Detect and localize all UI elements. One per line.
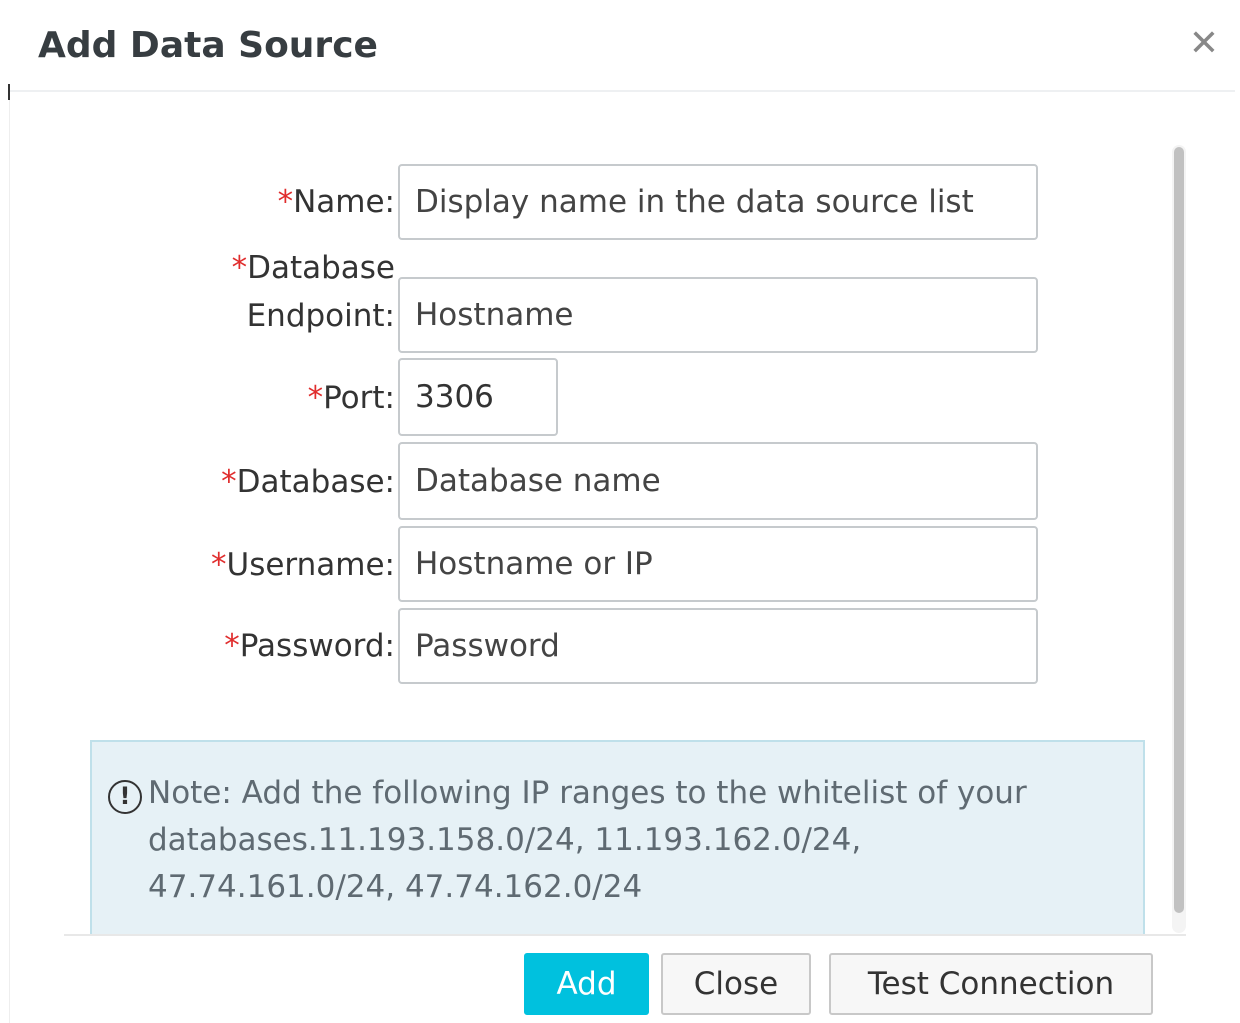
scrollbar-thumb[interactable] — [1174, 147, 1184, 913]
database-label: *Database: — [221, 464, 395, 500]
info-circle-icon: ! — [108, 780, 142, 814]
footer-divider — [64, 934, 1186, 936]
required-marker: * — [231, 250, 248, 286]
add-button[interactable]: Add — [524, 953, 649, 1015]
note-text: Note: Add the following IP ranges to the… — [148, 770, 1128, 911]
dialog-title: Add Data Source — [38, 25, 378, 66]
port-label: *Port: — [307, 380, 395, 416]
database-input[interactable] — [398, 442, 1038, 520]
note-line: Note: Add the following IP ranges to the… — [148, 775, 1027, 811]
required-marker: * — [211, 547, 227, 583]
header-divider — [10, 90, 1235, 92]
close-icon[interactable]: ✕ — [1184, 24, 1224, 64]
name-label: *Name: — [277, 184, 395, 220]
page-edge-marker — [8, 84, 10, 100]
required-marker: * — [221, 464, 237, 500]
port-input[interactable] — [398, 358, 558, 436]
endpoint-input[interactable] — [398, 277, 1038, 353]
test-connection-button[interactable]: Test Connection — [829, 953, 1153, 1015]
required-marker: * — [224, 628, 240, 664]
note-line: databases.11.193.158.0/24, 11.193.162.0/… — [148, 822, 862, 858]
close-button[interactable]: Close — [661, 953, 811, 1015]
username-label: *Username: — [211, 547, 395, 583]
username-input[interactable] — [398, 526, 1038, 602]
page-edge-line — [9, 100, 10, 1023]
note-line: 47.74.161.0/24, 47.74.162.0/24 — [148, 869, 643, 905]
name-input[interactable] — [398, 164, 1038, 240]
required-marker: * — [307, 380, 324, 416]
password-label: *Password: — [224, 628, 395, 664]
password-input[interactable] — [398, 608, 1038, 684]
required-marker: * — [277, 184, 294, 220]
endpoint-label: *Database Endpoint: — [231, 250, 395, 334]
